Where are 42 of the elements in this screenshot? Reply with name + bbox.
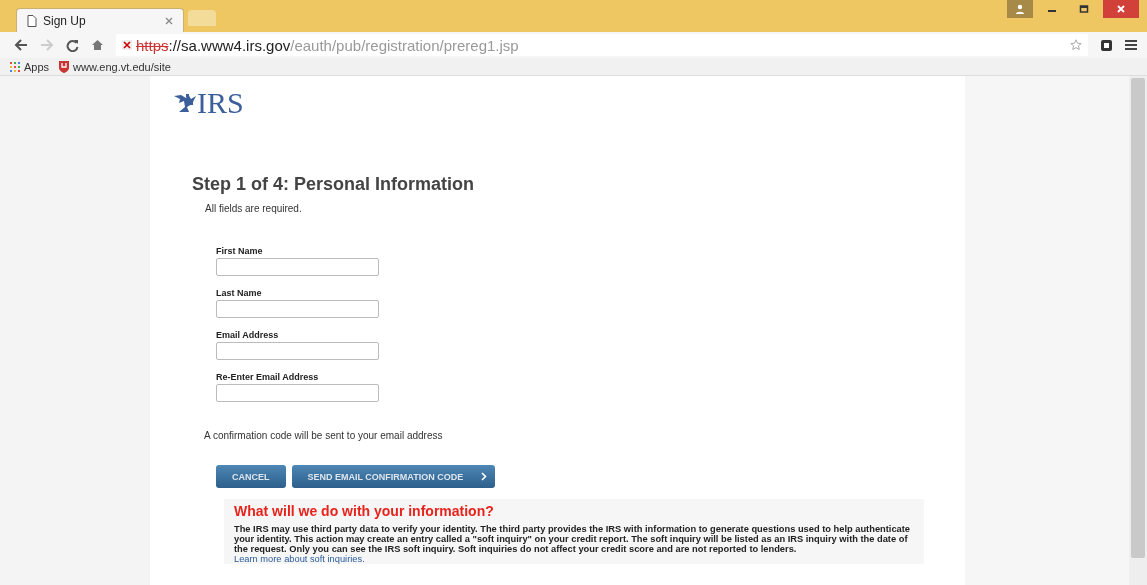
extension-icon[interactable] bbox=[1100, 38, 1113, 52]
field-label: Last Name bbox=[216, 288, 263, 298]
maximize-icon bbox=[1079, 4, 1089, 14]
insecure-icon bbox=[122, 40, 132, 50]
cancel-button[interactable]: CANCEL bbox=[216, 465, 286, 488]
page-icon bbox=[27, 14, 37, 27]
back-icon[interactable] bbox=[14, 39, 28, 51]
home-icon[interactable] bbox=[91, 39, 104, 51]
person-icon bbox=[1015, 4, 1025, 14]
close-icon[interactable] bbox=[165, 16, 173, 25]
bookmark-item[interactable]: www.eng.vt.edu/site bbox=[59, 60, 171, 73]
input-field[interactable] bbox=[216, 342, 379, 360]
input-field[interactable] bbox=[216, 258, 379, 276]
field-label: Re-Enter Email Address bbox=[216, 372, 320, 382]
scrollbar[interactable] bbox=[1129, 76, 1147, 585]
scrollbar-thumb[interactable] bbox=[1131, 78, 1145, 558]
address-bar[interactable]: https://sa.www4.irs.gov/eauth/pub/registration/prereg1.jsp bbox=[116, 34, 1088, 56]
input-field[interactable] bbox=[216, 300, 379, 318]
input-field[interactable] bbox=[216, 384, 379, 402]
reload-icon[interactable] bbox=[66, 38, 79, 52]
close-button[interactable] bbox=[1103, 0, 1139, 18]
confirmation-note: A confirmation code will be sent to your email address bbox=[204, 430, 444, 441]
logo-text: IRS bbox=[197, 88, 244, 118]
apps-grid-icon bbox=[10, 61, 20, 72]
shield-icon bbox=[59, 60, 70, 73]
star-icon[interactable] bbox=[1070, 39, 1082, 51]
bookmark-item[interactable]: Apps bbox=[10, 60, 50, 73]
field-label: Email Address bbox=[216, 330, 280, 340]
profile-button[interactable] bbox=[1007, 0, 1033, 18]
eagle-emblem-icon bbox=[172, 92, 196, 114]
learn-more-link[interactable]: Learn more about soft inquiries. bbox=[234, 554, 365, 564]
send-code-button[interactable]: SEND EMAIL CONFIRMATION CODE bbox=[291, 465, 496, 488]
chevron-right-icon bbox=[481, 472, 488, 481]
required-note: All fields are required. bbox=[205, 203, 303, 214]
browser-tab[interactable]: Sign Up bbox=[16, 8, 184, 32]
menu-icon[interactable] bbox=[1125, 40, 1137, 50]
info-paragraph: The IRS may use third party data to verify your identity. The third party provides the IRS with information to generate questions used to help authenticate your identity. This action may create an entry called a "soft inquiry" on your credit report. The soft inquiry will be listed as an IRS inquiry with the date of the request. Only you can see the IRS soft inquiry. Soft inquiries do not affect your credit score and are not reported to lenders. Learn more about soft inquiries. bbox=[234, 524, 912, 564]
url-text: https://sa.www4.irs.gov/eauth/pub/registration/prereg1.jsp bbox=[136, 36, 519, 54]
field-label: First Name bbox=[216, 246, 264, 256]
close-icon bbox=[1116, 4, 1126, 14]
page-heading: Step 1 of 4: Personal Information bbox=[192, 174, 476, 195]
info-title: What will we do with your information? bbox=[234, 503, 495, 519]
